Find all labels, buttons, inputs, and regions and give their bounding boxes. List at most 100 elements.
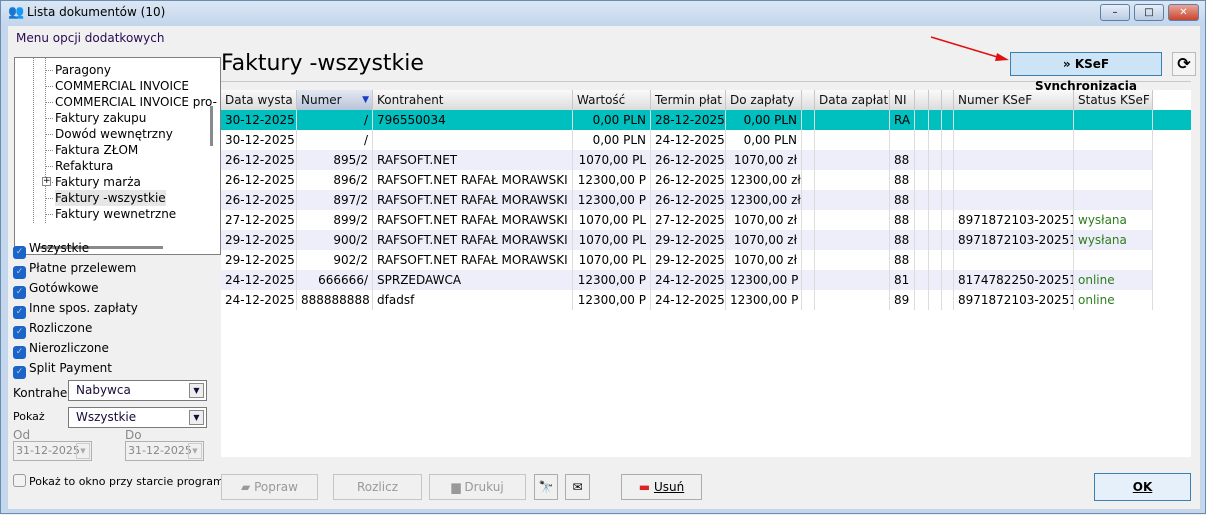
tree-item[interactable]: Faktura ZŁOM [55,142,138,158]
table-cell: 899/2 [297,210,373,230]
column-header[interactable]: Do zapłaty [726,90,802,110]
column-header[interactable]: Kontrahent [373,90,573,110]
table-cell: 88 [890,250,915,270]
checkbox-icon[interactable] [13,474,26,487]
title-bar: 👥 Lista dokumentów (10) – □ ✕ [1,1,1205,25]
table-cell: 26-12-2025 [221,170,297,190]
column-header-label: Data wysta [225,93,293,107]
column-header[interactable] [915,90,929,110]
filter-checkbox[interactable]: ✓ Inne spos. zapłaty [13,300,138,319]
column-header[interactable] [942,90,954,110]
checkbox-icon[interactable]: ✓ [13,246,26,259]
startup-checkbox[interactable]: Pokaż to okno przy starcie programu [13,474,231,490]
table-cell: 26-12-2025 [221,190,297,210]
table-cell: 88 [890,170,915,190]
table-row[interactable]: 24-12-2025 888888888 dfadsf 12300,00 P 24-12… [221,290,1153,310]
tree-item[interactable]: COMMERCIAL INVOICE pro- [55,94,217,110]
table-row[interactable]: 26-12-2025 895/2 RAFSOFT.NET 1070,00 PL 26-1… [221,150,1153,170]
table-cell: 12300,00 zł [726,190,802,210]
ok-button[interactable]: OK [1094,473,1191,501]
rozlicz-button[interactable]: Rozlicz [333,474,422,500]
column-header[interactable]: Data zapłat [815,90,890,110]
table-row[interactable]: 24-12-2025 666666/SPRZEDAWCA 12300,00 P 24-… [221,270,1153,290]
table-cell: 12300,00 P [726,290,802,310]
tree-item[interactable]: COMMERCIAL INVOICE [55,78,189,94]
column-header[interactable]: Wartość [573,90,651,110]
popraw-button[interactable]: ▰ Popraw [221,474,318,500]
additional-options-menu[interactable]: Menu opcji dodatkowych [16,31,164,45]
filter-checkbox[interactable]: ✓ Gotówkowe [13,280,99,299]
usun-button[interactable]: ▬ Usuń [621,474,702,500]
table-cell: 30-12-2025 [221,110,297,130]
ksef-sync-button[interactable]: » KSeF Synchronizacja [1010,52,1162,93]
table-cell: 26-12-2025 [651,170,726,190]
tree-item[interactable]: Faktury zakupu [55,110,146,126]
table-cell: 29-12-2025 [651,230,726,250]
table-cell: RAFSOFT.NET RAFAŁ MORAWSKI [373,170,573,190]
search-button[interactable]: 🔭 [534,474,558,500]
table-row[interactable]: 30-12-2025/796550034 0,00 PLN 28-12-2025 0,… [221,110,1191,130]
document-type-tree[interactable]: Paragony COMMERCIAL INVOICE COMMERCIAL INV… [14,57,221,255]
table-row[interactable]: 26-12-2025 897/2 RAFSOFT.NET RAFAŁ MORAWSK… [221,190,1153,210]
maximize-button[interactable]: □ [1134,4,1164,21]
column-header[interactable]: Status KSeF [1074,90,1153,110]
tree-item[interactable]: Dowód wewnętrzny [55,126,173,142]
table-cell [942,190,954,210]
filter-checkbox[interactable]: ✓ Płatne przelewem [13,260,136,279]
tree-item[interactable]: Paragony [55,62,111,78]
table-row[interactable]: 29-12-2025 902/2 RAFSOFT.NET RAFAŁ MORAWSK… [221,250,1153,270]
tree-line [45,150,53,151]
invoice-table[interactable]: Data wysta Numer ▼ Kontrahent Wartość Termin … [221,90,1191,457]
table-row[interactable]: 29-12-2025 900/2 RAFSOFT.NET RAFAŁ MORAWSK… [221,230,1153,250]
tree-vertical-scrollbar[interactable] [210,106,213,146]
table-cell: 0,00 PLN [573,130,651,150]
checkbox-icon[interactable]: ✓ [13,306,26,319]
kontrahent-select[interactable]: Nabywca ▼ [68,380,207,401]
table-cell: 666666/ [297,270,373,290]
checkbox-icon[interactable]: ✓ [13,266,26,279]
column-header[interactable]: Numer KSeF [954,90,1074,110]
expand-icon[interactable]: + [42,177,51,186]
filter-checkbox[interactable]: ✓ Nierozliczone [13,340,109,359]
minimize-button[interactable]: – [1100,4,1130,21]
email-button[interactable]: ✉ [565,474,590,500]
column-header[interactable] [929,90,942,110]
table-cell [929,130,942,150]
table-row[interactable]: 27-12-2025 899/2 RAFSOFT.NET RAFAŁ MORAWSK… [221,210,1153,230]
table-cell [929,190,942,210]
table-cell [915,110,929,130]
column-header[interactable]: Termin płat [651,90,726,110]
refresh-button[interactable]: ⟳ [1172,52,1196,76]
drukuj-button[interactable]: ▆ Drukuj [429,474,526,500]
table-cell [1074,130,1153,150]
filter-checkbox[interactable]: ✓ Rozliczone [13,320,92,339]
checkbox-icon[interactable]: ✓ [13,346,26,359]
close-button[interactable]: ✕ [1168,4,1199,21]
column-header[interactable]: Data wysta [221,90,297,110]
tree-item[interactable]: Refaktura [55,158,113,174]
column-header[interactable] [802,90,815,110]
checkbox-icon[interactable]: ✓ [13,366,26,379]
filter-checkbox[interactable]: ✓ Wszystkie [13,240,89,259]
table-cell: SPRZEDAWCA [373,270,573,290]
table-cell: 12300,00 P [573,190,651,210]
checkbox-icon[interactable]: ✓ [13,326,26,339]
table-cell: RAFSOFT.NET [373,150,573,170]
chevron-down-icon[interactable]: ▼ [189,410,204,425]
checkbox-icon[interactable]: ✓ [13,286,26,299]
table-cell [915,210,929,230]
column-header[interactable]: Numer ▼ [297,90,373,110]
printer-icon: ▆ [451,480,465,494]
tree-item[interactable]: Faktury -wszystkie [55,190,166,206]
tree-item[interactable]: Faktury marża [55,174,141,190]
table-row[interactable]: 30-12-2025/ 0,00 PLN 24-12-2025 0,00 PLN [221,130,1153,150]
tree-item[interactable]: Faktury wewnetrzne [55,206,176,222]
chevron-down-icon[interactable]: ▼ [189,383,204,398]
filter-label: Gotówkowe [29,281,99,295]
table-row[interactable]: 26-12-2025 896/2 RAFSOFT.NET RAFAŁ MORAWSK… [221,170,1153,190]
table-cell [802,190,815,210]
filter-checkbox[interactable]: ✓ Split Payment [13,360,112,379]
pokaz-select[interactable]: Wszystkie ▼ [68,407,207,428]
column-header[interactable]: NI [890,90,915,110]
od-value: 31-12-2025 [16,444,80,457]
